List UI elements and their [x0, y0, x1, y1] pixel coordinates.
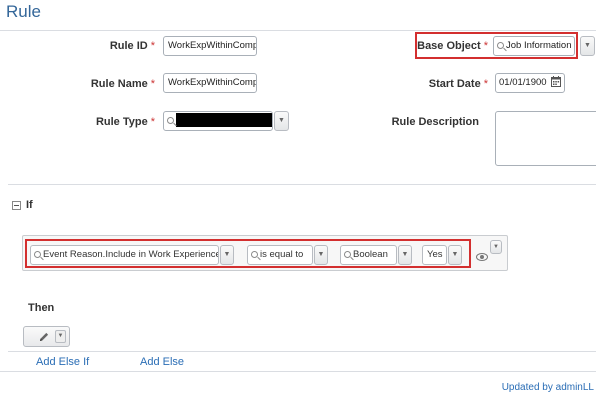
- rule-type-field[interactable]: [163, 111, 273, 131]
- chevron-down-icon: ▼: [278, 117, 285, 124]
- if-label: If: [26, 199, 33, 211]
- chevron-down-icon: ▼: [223, 251, 231, 258]
- page-title: Rule: [6, 2, 41, 21]
- start-date-label: Start Date *: [428, 78, 488, 90]
- calendar-icon[interactable]: [551, 76, 561, 87]
- chevron-down-icon: ▼: [584, 42, 591, 49]
- search-icon: [251, 251, 258, 258]
- add-else-link[interactable]: Add Else: [140, 356, 184, 368]
- collapse-icon[interactable]: [12, 201, 21, 210]
- search-icon: [497, 42, 504, 49]
- updated-by-text: Updated by adminLL: [501, 382, 594, 393]
- rule-name-field[interactable]: WorkExpWithinComp: [163, 73, 257, 93]
- condition-field-select[interactable]: Event Reason.Include in Work Experience: [30, 245, 219, 265]
- rule-type-label: Rule Type *: [95, 116, 155, 128]
- condition-type-dropdown-button[interactable]: ▼: [398, 245, 412, 265]
- edit-action-button[interactable]: ▼: [23, 326, 70, 347]
- rule-id-field[interactable]: WorkExpWithinComp: [163, 36, 257, 56]
- base-object-field[interactable]: Job Information: [493, 36, 575, 56]
- chevron-down-icon: ▼: [401, 251, 409, 258]
- redacted-value: [176, 113, 272, 128]
- visibility-dropdown-button[interactable]: ▼: [490, 240, 502, 254]
- eye-icon[interactable]: [476, 253, 488, 261]
- condition-operator-dropdown-button[interactable]: ▼: [314, 245, 328, 265]
- condition-operator-select[interactable]: is equal to: [247, 245, 313, 265]
- rule-name-label: Rule Name *: [90, 78, 155, 90]
- pencil-icon: [38, 331, 50, 346]
- chevron-down-icon: ▼: [451, 251, 459, 258]
- rule-description-textarea[interactable]: [495, 111, 596, 166]
- search-icon: [344, 251, 351, 258]
- actions-divider: [8, 351, 596, 352]
- rule-type-dropdown-button[interactable]: ▼: [274, 111, 289, 131]
- condition-value-dropdown-button[interactable]: ▼: [448, 245, 462, 265]
- title-divider: [0, 30, 596, 31]
- chevron-down-icon[interactable]: ▼: [55, 330, 66, 343]
- base-object-label: Base Object *: [417, 40, 488, 52]
- condition-type-select[interactable]: Boolean: [340, 245, 397, 265]
- add-else-if-link[interactable]: Add Else If: [36, 356, 89, 368]
- rule-description-label: Rule Description: [391, 116, 479, 128]
- search-icon: [34, 251, 41, 258]
- search-icon: [167, 117, 174, 124]
- condition-value-select[interactable]: Yes: [422, 245, 447, 265]
- chevron-down-icon: ▼: [317, 251, 325, 258]
- rule-id-label: Rule ID *: [109, 40, 155, 52]
- then-label: Then: [28, 302, 55, 314]
- section-divider: [8, 184, 596, 185]
- footer-divider: [0, 371, 596, 372]
- condition-field-dropdown-button[interactable]: ▼: [220, 245, 234, 265]
- base-object-dropdown-button[interactable]: ▼: [580, 36, 595, 56]
- chevron-down-icon: ▼: [493, 244, 499, 250]
